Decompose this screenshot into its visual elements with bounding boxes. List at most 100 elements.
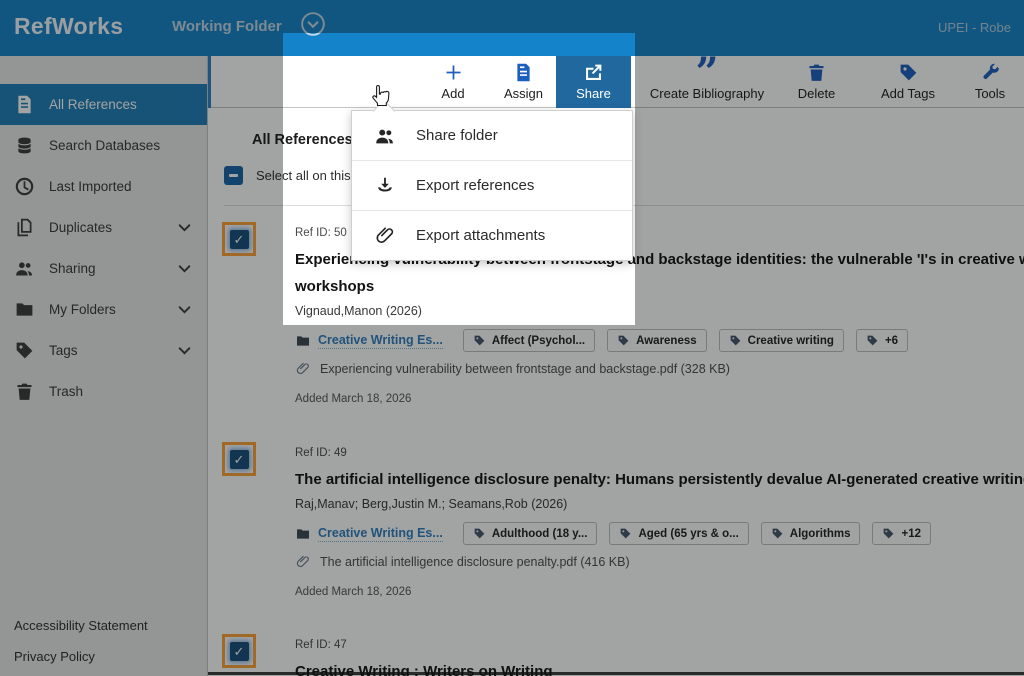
reference-title-line: Creative Writing : Writers on Writing [295, 658, 1024, 676]
reference-body: Ref ID: 49 The artificial intelligence di… [295, 442, 1024, 598]
reference-row: ✓ Ref ID: 47Creative Writing : Writers on… [208, 634, 1024, 676]
sidebar-item-label: All References [49, 97, 137, 112]
sidebar-item-label: Tags [49, 343, 78, 358]
tag-chip[interactable]: +12 [872, 522, 931, 545]
sidebar-item-label: My Folders [49, 302, 116, 317]
tag-chip[interactable]: Adulthood (18 y... [463, 522, 598, 545]
reference-checkbox[interactable]: ✓ [222, 222, 256, 256]
tag-chip-label: Aged (65 yrs & o... [638, 528, 738, 540]
toolbar-button-label: Share [576, 86, 611, 101]
reference-id: Ref ID: 49 [295, 442, 1024, 459]
chevron-down-icon [174, 340, 195, 361]
reference-title[interactable]: The artificial intelligence disclosure p… [295, 466, 1024, 493]
reference-chips: Creative Writing Es... Adulthood (18 y...… [295, 522, 1024, 545]
attachment-link[interactable]: Experiencing vulnerability between front… [295, 361, 1024, 377]
tag-icon [729, 334, 742, 347]
tag-chip[interactable]: Creative writing [719, 329, 844, 352]
reference-title-line: workshops [295, 273, 1024, 300]
account-label[interactable]: UPEI - Robe [938, 20, 1011, 35]
folder-link[interactable]: Creative Writing Es... [295, 526, 443, 542]
reference-title[interactable]: Creative Writing : Writers on Writing [295, 658, 1024, 676]
refworks-logo: RefWorks [14, 13, 123, 40]
sidebar-item-duplicates[interactable]: Duplicates [0, 207, 207, 248]
checkbox-checked-icon: ✓ [230, 230, 249, 249]
wrench-icon [980, 62, 1001, 83]
tag-icon [473, 334, 486, 347]
menu-item-label: Share folder [416, 127, 498, 144]
sidebar-item-label: Last Imported [49, 179, 132, 194]
quotes-icon: ” [695, 62, 718, 83]
tag-chip[interactable]: Algorithms [761, 522, 861, 545]
reference-checkbox[interactable]: ✓ [222, 442, 256, 476]
tag-icon [771, 527, 784, 540]
folder-icon [295, 526, 311, 542]
paperclip-icon [295, 361, 311, 377]
sidebar-item-trash[interactable]: Trash [0, 371, 207, 412]
tag-icon [866, 334, 879, 347]
attachment-label: Experiencing vulnerability between front… [320, 362, 730, 376]
tag-chip[interactable]: Awareness [607, 329, 707, 352]
doc-icon [14, 94, 35, 115]
sidebar-item-sharing[interactable]: Sharing [0, 248, 207, 289]
reference-title-line: The artificial intelligence disclosure p… [295, 466, 1024, 493]
menu-item-share-folder[interactable]: Share folder [352, 111, 632, 160]
sidebar-nav: All References Search Databases Last Impor… [0, 84, 207, 412]
download-icon [374, 175, 396, 197]
sidebar-item-tags[interactable]: Tags [0, 330, 207, 371]
sidebar-scrollbar[interactable] [208, 56, 211, 108]
toolbar-button-add-tags[interactable]: Add Tags [872, 56, 944, 108]
tag-chip-label: +12 [901, 528, 921, 540]
paperclip-icon [295, 554, 311, 570]
tag-chip[interactable]: Aged (65 yrs & o... [609, 522, 748, 545]
sidebar-item-my-folders[interactable]: My Folders [0, 289, 207, 330]
working-folder-label[interactable]: Working Folder [172, 18, 282, 35]
sidebar-item-last-imported[interactable]: Last Imported [0, 166, 207, 207]
toolbar-button-label: Delete [798, 86, 836, 101]
footer-link[interactable]: Privacy Policy [14, 649, 148, 664]
folder-link[interactable]: Creative Writing Es... [295, 333, 443, 349]
toolbar-button-share[interactable]: Share [556, 56, 631, 108]
trash-icon [806, 62, 827, 83]
chevron-down-icon [174, 299, 195, 320]
sidebar-item-all-references[interactable]: All References [0, 84, 207, 125]
sidebar: All References Search Databases Last Impor… [0, 56, 208, 676]
sidebar-item-search-databases[interactable]: Search Databases [0, 125, 207, 166]
toolbar-button-create-bibliography[interactable]: ”Create Bibliography [631, 56, 783, 108]
tag-chip[interactable]: +6 [856, 329, 908, 352]
toolbar-button-assign[interactable]: Assign [491, 56, 556, 108]
share-icon [583, 62, 604, 83]
chevron-circle-icon[interactable] [300, 11, 326, 37]
checkbox-checked-icon: ✓ [230, 450, 249, 469]
select-all-checkbox[interactable] [224, 166, 243, 185]
tag-icon [473, 527, 486, 540]
chevron-down-icon [174, 217, 195, 238]
checkbox-checked-icon: ✓ [230, 642, 249, 661]
attachment-link[interactable]: The artificial intelligence disclosure p… [295, 554, 1024, 570]
paperclip-icon [374, 225, 396, 247]
reference-row: ✓ Ref ID: 49 The artificial intelligence d… [208, 442, 1024, 598]
menu-item-export-references[interactable]: Export references [352, 160, 632, 210]
reference-authors: Vignaud,Manon (2026) [295, 304, 1024, 318]
sidebar-item-label: Search Databases [49, 138, 160, 153]
tag-chip[interactable]: Affect (Psychol... [463, 329, 595, 352]
toolbar-button-delete[interactable]: Delete [783, 56, 850, 108]
toolbar-button-label: Tools [975, 86, 1005, 101]
sidebar-item-label: Sharing [49, 261, 96, 276]
reference-checkbox[interactable]: ✓ [222, 634, 256, 668]
tag-icon [898, 62, 919, 83]
sidebar-footer: Accessibility Statement Privacy Policy [14, 618, 148, 676]
added-date: Added March 18, 2026 [295, 393, 1024, 405]
folder-icon [14, 299, 35, 320]
reference-body: Ref ID: 47Creative Writing : Writers on … [295, 634, 1024, 676]
doc-icon [513, 62, 534, 83]
toolbar-button-add[interactable]: Add [418, 56, 488, 108]
footer-link[interactable]: Accessibility Statement [14, 618, 148, 633]
tag-chip-label: Algorithms [790, 528, 851, 540]
reference-authors: Raj,Manav; Berg,Justin M.; Seamans,Rob (… [295, 497, 1024, 511]
clock-icon [14, 176, 35, 197]
tag-chip-label: Adulthood (18 y... [492, 528, 588, 540]
toolbar-button-tools[interactable]: Tools [958, 56, 1022, 108]
added-date: Added March 18, 2026 [295, 586, 1024, 598]
database-icon [14, 135, 35, 156]
menu-item-export-attachments[interactable]: Export attachments [352, 210, 632, 260]
